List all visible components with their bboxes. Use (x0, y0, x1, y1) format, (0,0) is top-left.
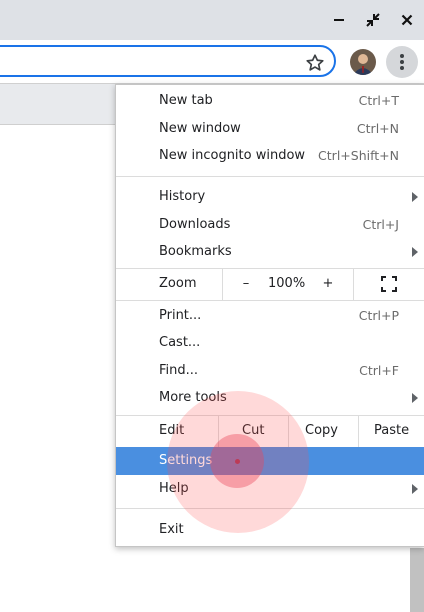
submenu-arrow-icon (412, 393, 418, 403)
menu-item-label: New tab (159, 93, 213, 108)
star-icon[interactable] (304, 52, 326, 74)
menu-separator (116, 176, 424, 177)
menu-item-label: Exit (159, 522, 184, 537)
menu-item-zoom: Zoom – 100% + (116, 268, 424, 300)
menu-item-shortcut: Ctrl+Shift+N (318, 148, 399, 163)
menu-item-new-incognito-window[interactable]: New incognito window Ctrl+Shift+N (116, 142, 424, 170)
menu-item-settings[interactable]: Settings (116, 447, 424, 475)
menu-item-label: Help (159, 481, 189, 496)
zoom-in-button[interactable]: + (322, 276, 334, 291)
menu-item-shortcut: Ctrl+F (359, 363, 399, 378)
menu-item-label: Find... (159, 363, 199, 378)
menu-item-label: Bookmarks (159, 244, 232, 259)
menu-item-label: Print... (159, 308, 202, 323)
zoom-divider (222, 268, 223, 300)
kebab-menu-icon[interactable] (386, 46, 418, 78)
zoom-label: Zoom (159, 276, 197, 291)
edit-divider (218, 415, 219, 447)
menu-item-cast[interactable]: Cast... (116, 329, 424, 357)
menu-item-label: New incognito window (159, 148, 306, 163)
menu-item-bookmarks[interactable]: Bookmarks (116, 238, 424, 266)
menu-separator (116, 508, 424, 509)
submenu-arrow-icon (412, 247, 418, 257)
cut-button[interactable]: Cut (242, 423, 264, 438)
menu-item-print[interactable]: Print... Ctrl+P (116, 302, 424, 330)
menu-item-shortcut: Ctrl+P (358, 308, 399, 323)
edit-divider (358, 415, 359, 447)
zoom-level: 100% (268, 276, 306, 291)
window-titlebar (0, 0, 424, 40)
paste-button[interactable]: Paste (374, 423, 409, 438)
submenu-arrow-icon (412, 484, 418, 494)
menu-item-history[interactable]: History (116, 183, 424, 211)
edit-label: Edit (159, 423, 185, 438)
menu-item-downloads[interactable]: Downloads Ctrl+J (116, 211, 424, 239)
menu-item-shortcut: Ctrl+T (358, 93, 399, 108)
menu-item-label: Settings (159, 453, 213, 468)
menu-item-edit: Edit Cut Copy Paste (116, 415, 424, 447)
menu-item-label: Downloads (159, 217, 231, 232)
menu-item-shortcut: Ctrl+N (356, 121, 399, 136)
menu-separator (116, 300, 424, 301)
menu-item-more-tools[interactable]: More tools (116, 384, 424, 412)
submenu-arrow-icon (412, 192, 418, 202)
app-menu: New tab Ctrl+T New window Ctrl+N New inc… (115, 84, 424, 547)
menu-item-shortcut: Ctrl+J (362, 217, 399, 232)
minimize-icon[interactable] (325, 6, 353, 34)
restore-icon[interactable] (359, 6, 387, 34)
menu-item-help[interactable]: Help (116, 475, 424, 503)
menu-item-label: History (159, 189, 206, 204)
page-scrollbar[interactable] (410, 548, 424, 612)
avatar[interactable] (350, 49, 376, 75)
menu-item-exit[interactable]: Exit (116, 516, 424, 544)
browser-toolbar (0, 40, 424, 84)
menu-item-label: More tools (159, 390, 227, 405)
edit-divider (288, 415, 289, 447)
menu-item-label: Cast... (159, 335, 201, 350)
address-bar[interactable] (0, 45, 336, 77)
copy-button[interactable]: Copy (305, 423, 338, 438)
zoom-out-button[interactable]: – (240, 276, 252, 291)
bookmarks-bar (0, 84, 118, 125)
fullscreen-icon[interactable] (381, 276, 397, 296)
menu-item-new-tab[interactable]: New tab Ctrl+T (116, 87, 424, 115)
menu-item-find[interactable]: Find... Ctrl+F (116, 357, 424, 385)
menu-item-new-window[interactable]: New window Ctrl+N (116, 115, 424, 143)
menu-item-label: New window (159, 121, 241, 136)
close-icon[interactable] (393, 6, 421, 34)
zoom-divider (353, 268, 354, 300)
